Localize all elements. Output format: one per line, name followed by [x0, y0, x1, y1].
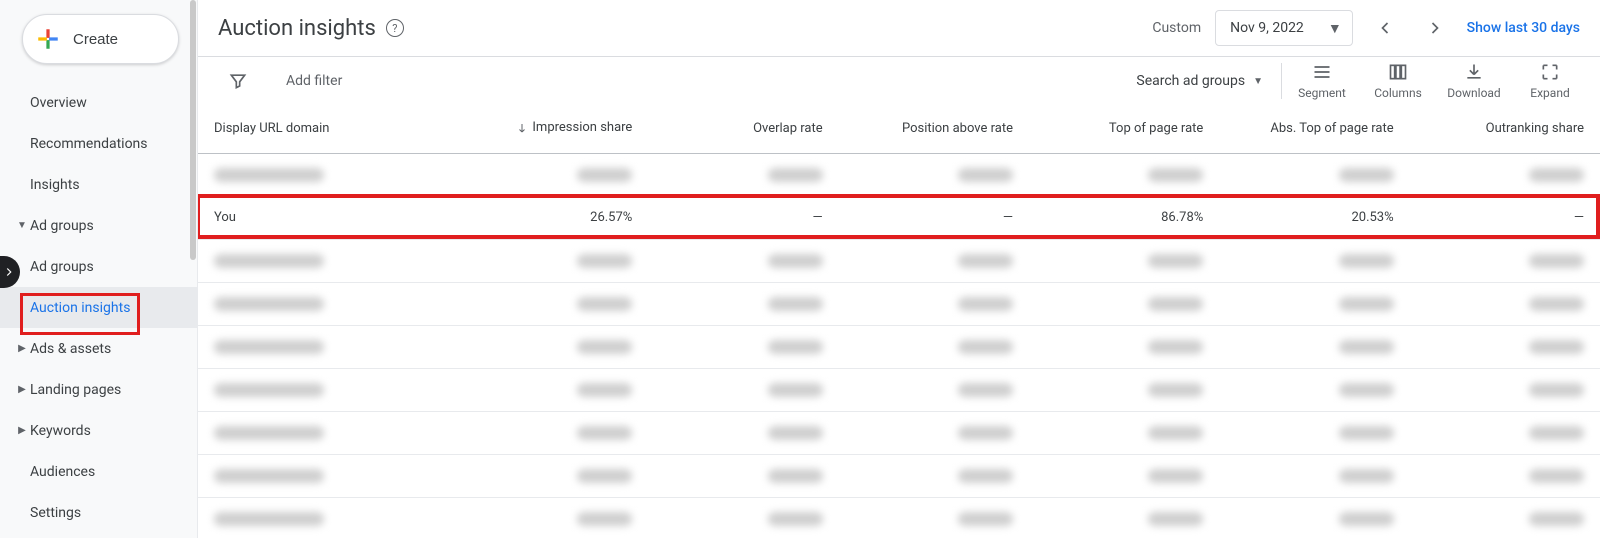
expand-button[interactable]: Expand: [1512, 56, 1588, 106]
download-button[interactable]: Download: [1436, 56, 1512, 106]
caret-down-icon: ▼: [14, 220, 30, 231]
chevron-left-icon: [1375, 18, 1395, 38]
segment-button[interactable]: Segment: [1284, 56, 1360, 106]
col-impression-share[interactable]: Impression share: [458, 105, 648, 153]
search-ad-groups-dropdown[interactable]: Search ad groups ▼: [1120, 73, 1279, 89]
sidebar-item-ad-groups-parent[interactable]: ▼Ad groups: [0, 205, 197, 246]
table-row[interactable]: [198, 454, 1600, 497]
sidebar: Create Overview Recommendations Insights…: [0, 0, 198, 538]
columns-icon: [1388, 62, 1408, 82]
sidebar-item-auction-insights[interactable]: Auction insights: [0, 287, 197, 328]
page-title: Auction insights: [218, 16, 376, 41]
caret-down-icon: ▼: [1328, 20, 1342, 37]
col-abs-top-of-page-rate[interactable]: Abs. Top of page rate: [1219, 105, 1409, 153]
plus-multicolor-icon: [35, 26, 61, 52]
col-overlap-rate[interactable]: Overlap rate: [648, 105, 838, 153]
table-container: Display URL domain Impression share Over…: [198, 105, 1600, 538]
table-row[interactable]: [198, 368, 1600, 411]
sidebar-nav: Overview Recommendations Insights ▼Ad gr…: [0, 82, 197, 533]
table-row[interactable]: [198, 411, 1600, 454]
sidebar-item-insights[interactable]: Insights: [0, 164, 197, 205]
filter-icon[interactable]: [218, 71, 258, 91]
sidebar-scrollbar[interactable]: [190, 0, 196, 538]
date-next-button[interactable]: [1417, 10, 1453, 46]
download-icon: [1464, 62, 1484, 82]
top-bar: Auction insights ? Custom Nov 9, 2022 ▼ …: [198, 0, 1600, 56]
show-last-30-days-link[interactable]: Show last 30 days: [1467, 20, 1580, 36]
chevron-right-icon: [2, 265, 16, 279]
col-outranking-share[interactable]: Outranking share: [1410, 105, 1600, 153]
table-row[interactable]: [198, 497, 1600, 538]
col-display-url-domain[interactable]: Display URL domain: [198, 105, 458, 153]
divider-vertical: [1281, 63, 1282, 99]
sidebar-item-ad-groups[interactable]: Ad groups: [0, 246, 197, 287]
filter-bar: Add filter Search ad groups ▼ Segment Co…: [198, 57, 1600, 105]
create-label: Create: [73, 31, 118, 48]
auction-insights-table: Display URL domain Impression share Over…: [198, 105, 1600, 538]
caret-right-icon: ▶: [14, 425, 30, 436]
sidebar-item-overview[interactable]: Overview: [0, 82, 197, 123]
table-row[interactable]: [198, 153, 1600, 196]
help-icon[interactable]: ?: [386, 19, 404, 37]
sidebar-item-landing-pages[interactable]: ▶Landing pages: [0, 369, 197, 410]
table-row-you[interactable]: You26.57%——86.78%20.53%—: [198, 196, 1600, 239]
date-prev-button[interactable]: [1367, 10, 1403, 46]
col-position-above-rate[interactable]: Position above rate: [839, 105, 1029, 153]
table-row[interactable]: [198, 325, 1600, 368]
date-value: Nov 9, 2022: [1230, 20, 1304, 36]
chevron-right-icon: [1425, 18, 1445, 38]
col-top-of-page-rate[interactable]: Top of page rate: [1029, 105, 1219, 153]
caret-right-icon: ▶: [14, 384, 30, 395]
sidebar-item-keywords[interactable]: ▶Keywords: [0, 410, 197, 451]
date-range-type-label: Custom: [1152, 20, 1201, 36]
sidebar-item-settings[interactable]: Settings: [0, 492, 197, 533]
caret-down-icon: ▼: [1253, 76, 1263, 87]
sidebar-item-ads-assets[interactable]: ▶Ads & assets: [0, 328, 197, 369]
segment-icon: [1312, 62, 1332, 82]
add-filter-button[interactable]: Add filter: [286, 73, 342, 89]
sidebar-item-audiences[interactable]: Audiences: [0, 451, 197, 492]
date-picker[interactable]: Nov 9, 2022 ▼: [1215, 10, 1353, 46]
create-button[interactable]: Create: [22, 14, 179, 64]
columns-button[interactable]: Columns: [1360, 56, 1436, 106]
sort-down-icon: [516, 122, 528, 134]
caret-right-icon: ▶: [14, 343, 30, 354]
sidebar-item-recommendations[interactable]: Recommendations: [0, 123, 197, 164]
table-row[interactable]: [198, 239, 1600, 282]
expand-icon: [1540, 62, 1560, 82]
main-content: Auction insights ? Custom Nov 9, 2022 ▼ …: [198, 0, 1600, 538]
table-row[interactable]: [198, 282, 1600, 325]
